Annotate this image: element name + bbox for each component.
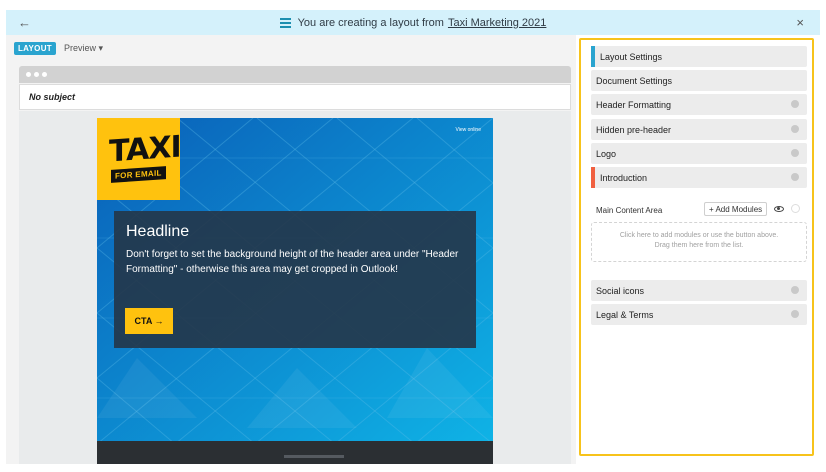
section-label: Logo <box>596 148 617 159</box>
logo-subtext: FOR EMAIL <box>111 166 166 183</box>
section-label: Header Formatting <box>596 99 672 110</box>
module-dropzone[interactable]: Click here to add modules or use the but… <box>591 222 807 262</box>
section-document-settings[interactable]: Document Settings <box>591 70 807 91</box>
gear-icon[interactable] <box>791 125 799 133</box>
layout-icon <box>279 17 291 28</box>
main-content-label: Main Content Area <box>596 206 663 215</box>
gear-icon[interactable] <box>791 310 799 318</box>
gear-icon[interactable] <box>791 286 799 294</box>
section-label: Hidden pre-header <box>596 124 672 135</box>
headline-card: Headline Don't forget to set the backgro… <box>114 211 476 348</box>
section-label: Introduction <box>600 172 648 183</box>
headline: Headline <box>126 223 190 240</box>
section-layout-settings[interactable]: Layout Settings <box>591 46 807 67</box>
gear-icon[interactable] <box>791 149 799 157</box>
cta-button[interactable]: CTA → <box>125 308 173 334</box>
email-footer-strip <box>97 441 493 464</box>
banner-prefix: You are creating a layout from <box>297 16 444 29</box>
close-icon[interactable]: × <box>796 15 804 30</box>
gear-icon[interactable] <box>791 173 799 181</box>
email-client-chrome <box>19 66 571 83</box>
section-label: Document Settings <box>596 75 673 86</box>
section-label: Layout Settings <box>600 51 663 62</box>
section-accent-bar <box>591 167 595 188</box>
headline-body: Don't forget to set the background heigh… <box>126 249 459 275</box>
preview-mode-tab[interactable]: Preview ▾ <box>64 43 103 54</box>
info-icon[interactable] <box>791 204 800 213</box>
page-bottom <box>6 464 576 472</box>
section-legal-terms[interactable]: Legal & Terms <box>591 304 807 325</box>
back-arrow-icon[interactable]: ← <box>18 15 31 30</box>
add-modules-button[interactable]: + Add Modules <box>704 202 768 216</box>
main-content-area: Main Content Area + Add Modules Click he… <box>591 200 807 270</box>
email-subject: No subject <box>19 84 571 110</box>
logo-text: TAXI <box>109 129 181 170</box>
window-dots-icon <box>26 72 47 77</box>
section-header-formatting[interactable]: Header Formatting <box>591 94 807 115</box>
section-social-icons[interactable]: Social icons <box>591 280 807 301</box>
layout-source-link[interactable]: Taxi Marketing 2021 <box>448 17 546 29</box>
email-hero[interactable]: TAXI FOR EMAIL View online Headline Don'… <box>97 118 493 444</box>
section-introduction[interactable]: Introduction <box>591 167 807 188</box>
gear-icon[interactable] <box>791 100 799 108</box>
eye-icon[interactable] <box>774 206 784 212</box>
taxi-logo: TAXI FOR EMAIL <box>97 118 181 200</box>
section-label: Legal & Terms <box>596 309 654 320</box>
section-label: Social icons <box>596 285 645 296</box>
section-logo[interactable]: Logo <box>591 143 807 164</box>
layout-settings-panel: Layout Settings Document Settings Header… <box>579 38 814 456</box>
layout-mode-tab[interactable]: LAYOUT <box>14 41 56 55</box>
section-hidden-pre-header[interactable]: Hidden pre-header <box>591 119 807 140</box>
view-online-link[interactable]: View online <box>456 127 481 133</box>
top-banner: ← You are creating a layout from Taxi Ma… <box>6 10 820 35</box>
mode-switcher: LAYOUT Preview ▾ <box>14 41 103 55</box>
section-accent-bar <box>591 46 595 67</box>
